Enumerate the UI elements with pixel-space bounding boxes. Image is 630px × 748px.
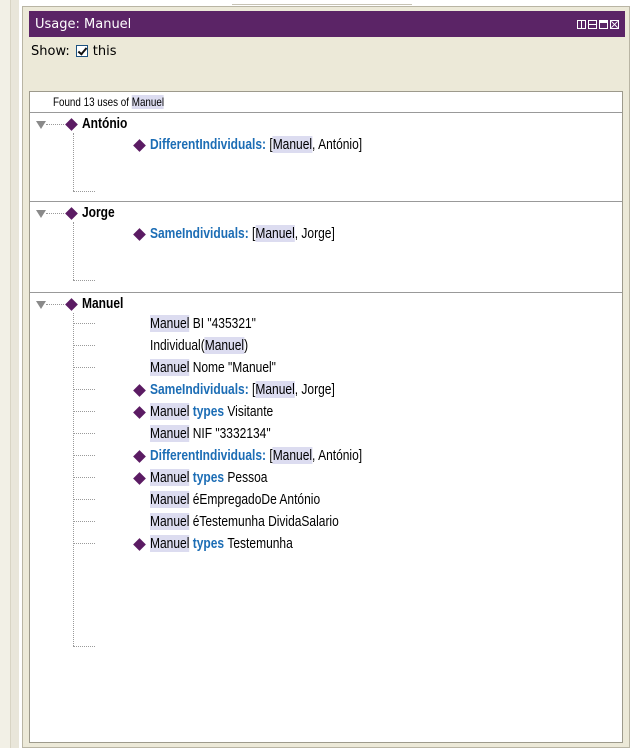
split-vertical-icon[interactable] bbox=[577, 19, 586, 29]
group-antonio: António DifferentIndividuals: [Manuel, A… bbox=[30, 112, 622, 201]
expand-triangle-icon[interactable] bbox=[36, 301, 46, 309]
axiom-diamond-icon bbox=[133, 472, 146, 485]
list-item[interactable]: SameIndividuals: [Manuel, Jorge] bbox=[150, 381, 335, 399]
individual-diamond-icon bbox=[65, 298, 78, 311]
found-summary: Found 13 uses of Manuel bbox=[30, 92, 515, 112]
show-this-checkbox[interactable] bbox=[75, 45, 88, 57]
axiom-diamond-icon bbox=[133, 384, 146, 397]
group-header[interactable]: António bbox=[82, 115, 127, 133]
group-manuel: Manuel Manuel BI "435321" Individual(Man… bbox=[30, 292, 622, 742]
list-item[interactable]: Manuel éTestemunha DividaSalario bbox=[150, 513, 339, 531]
list-item[interactable]: SameIndividuals: [Manuel, Jorge] bbox=[150, 225, 335, 243]
tree-connector bbox=[73, 345, 95, 346]
found-text: Found 13 uses of bbox=[52, 95, 132, 109]
found-name: Manuel bbox=[131, 95, 165, 109]
tree-connector bbox=[73, 389, 95, 390]
list-item[interactable]: Manuel types Testemunha bbox=[150, 535, 293, 553]
tree-connector bbox=[46, 213, 64, 214]
show-label: Show: bbox=[31, 43, 70, 59]
tab-notch bbox=[232, 0, 412, 5]
show-this-label[interactable]: this bbox=[93, 44, 117, 59]
group-header[interactable]: Manuel bbox=[82, 295, 123, 313]
list-item[interactable]: Manuel éEmpregadoDe António bbox=[150, 491, 320, 509]
left-frame-gutter bbox=[11, 0, 19, 748]
tree-connector bbox=[73, 191, 95, 192]
window-controls bbox=[577, 19, 619, 29]
tree-connector bbox=[73, 433, 95, 434]
tree-connector bbox=[73, 367, 95, 368]
left-frame-edge bbox=[0, 0, 11, 748]
group-jorge: Jorge SameIndividuals: [Manuel, Jorge] bbox=[30, 201, 622, 292]
tree-connector bbox=[73, 646, 95, 647]
list-item[interactable]: Manuel BI "435321" bbox=[150, 315, 256, 333]
tree-connector bbox=[73, 280, 95, 281]
tree-connector bbox=[73, 222, 74, 280]
tree-connector bbox=[73, 323, 95, 324]
usage-panel: Usage: Manuel Show: this Found 13 uses o… bbox=[22, 6, 630, 748]
axiom-diamond-icon bbox=[133, 139, 146, 152]
individual-diamond-icon bbox=[65, 118, 78, 131]
axiom-diamond-icon bbox=[133, 450, 146, 463]
tree-connector bbox=[73, 543, 95, 544]
show-bar: Show: this bbox=[23, 37, 629, 65]
axiom-diamond-icon bbox=[133, 538, 146, 551]
axiom-diamond-icon bbox=[133, 228, 146, 241]
list-item[interactable]: Manuel Nome "Manuel" bbox=[150, 359, 276, 377]
list-item[interactable]: DifferentIndividuals: [Manuel, António] bbox=[150, 136, 362, 154]
axiom-diamond-icon bbox=[133, 406, 146, 419]
tree-connector bbox=[73, 411, 95, 412]
tree-connector bbox=[73, 521, 95, 522]
expand-triangle-icon[interactable] bbox=[36, 210, 46, 218]
list-item[interactable]: DifferentIndividuals: [Manuel, António] bbox=[150, 447, 362, 465]
list-item[interactable]: Individual(Manuel) bbox=[150, 337, 248, 355]
group-header[interactable]: Jorge bbox=[82, 204, 115, 222]
expand-triangle-icon[interactable] bbox=[36, 121, 46, 129]
usage-tree: Found 13 uses of Manuel António Differen… bbox=[29, 91, 623, 743]
tree-connector bbox=[46, 124, 64, 125]
list-item[interactable]: Manuel NIF "3332134" bbox=[150, 425, 271, 443]
panel-title: Usage: Manuel bbox=[35, 16, 132, 32]
close-icon[interactable] bbox=[610, 19, 619, 29]
tree-connector bbox=[73, 133, 74, 191]
list-item[interactable]: Manuel types Pessoa bbox=[150, 469, 267, 487]
split-horizontal-icon[interactable] bbox=[588, 19, 597, 29]
tree-connector bbox=[73, 455, 95, 456]
tree-connector bbox=[46, 304, 64, 305]
maximize-icon[interactable] bbox=[599, 19, 608, 29]
list-item[interactable]: Manuel types Visitante bbox=[150, 403, 273, 421]
individual-diamond-icon bbox=[65, 207, 78, 220]
tree-connector bbox=[73, 499, 95, 500]
tree-connector bbox=[73, 477, 95, 478]
panel-titlebar: Usage: Manuel bbox=[29, 11, 625, 37]
tree-connector bbox=[73, 313, 74, 646]
